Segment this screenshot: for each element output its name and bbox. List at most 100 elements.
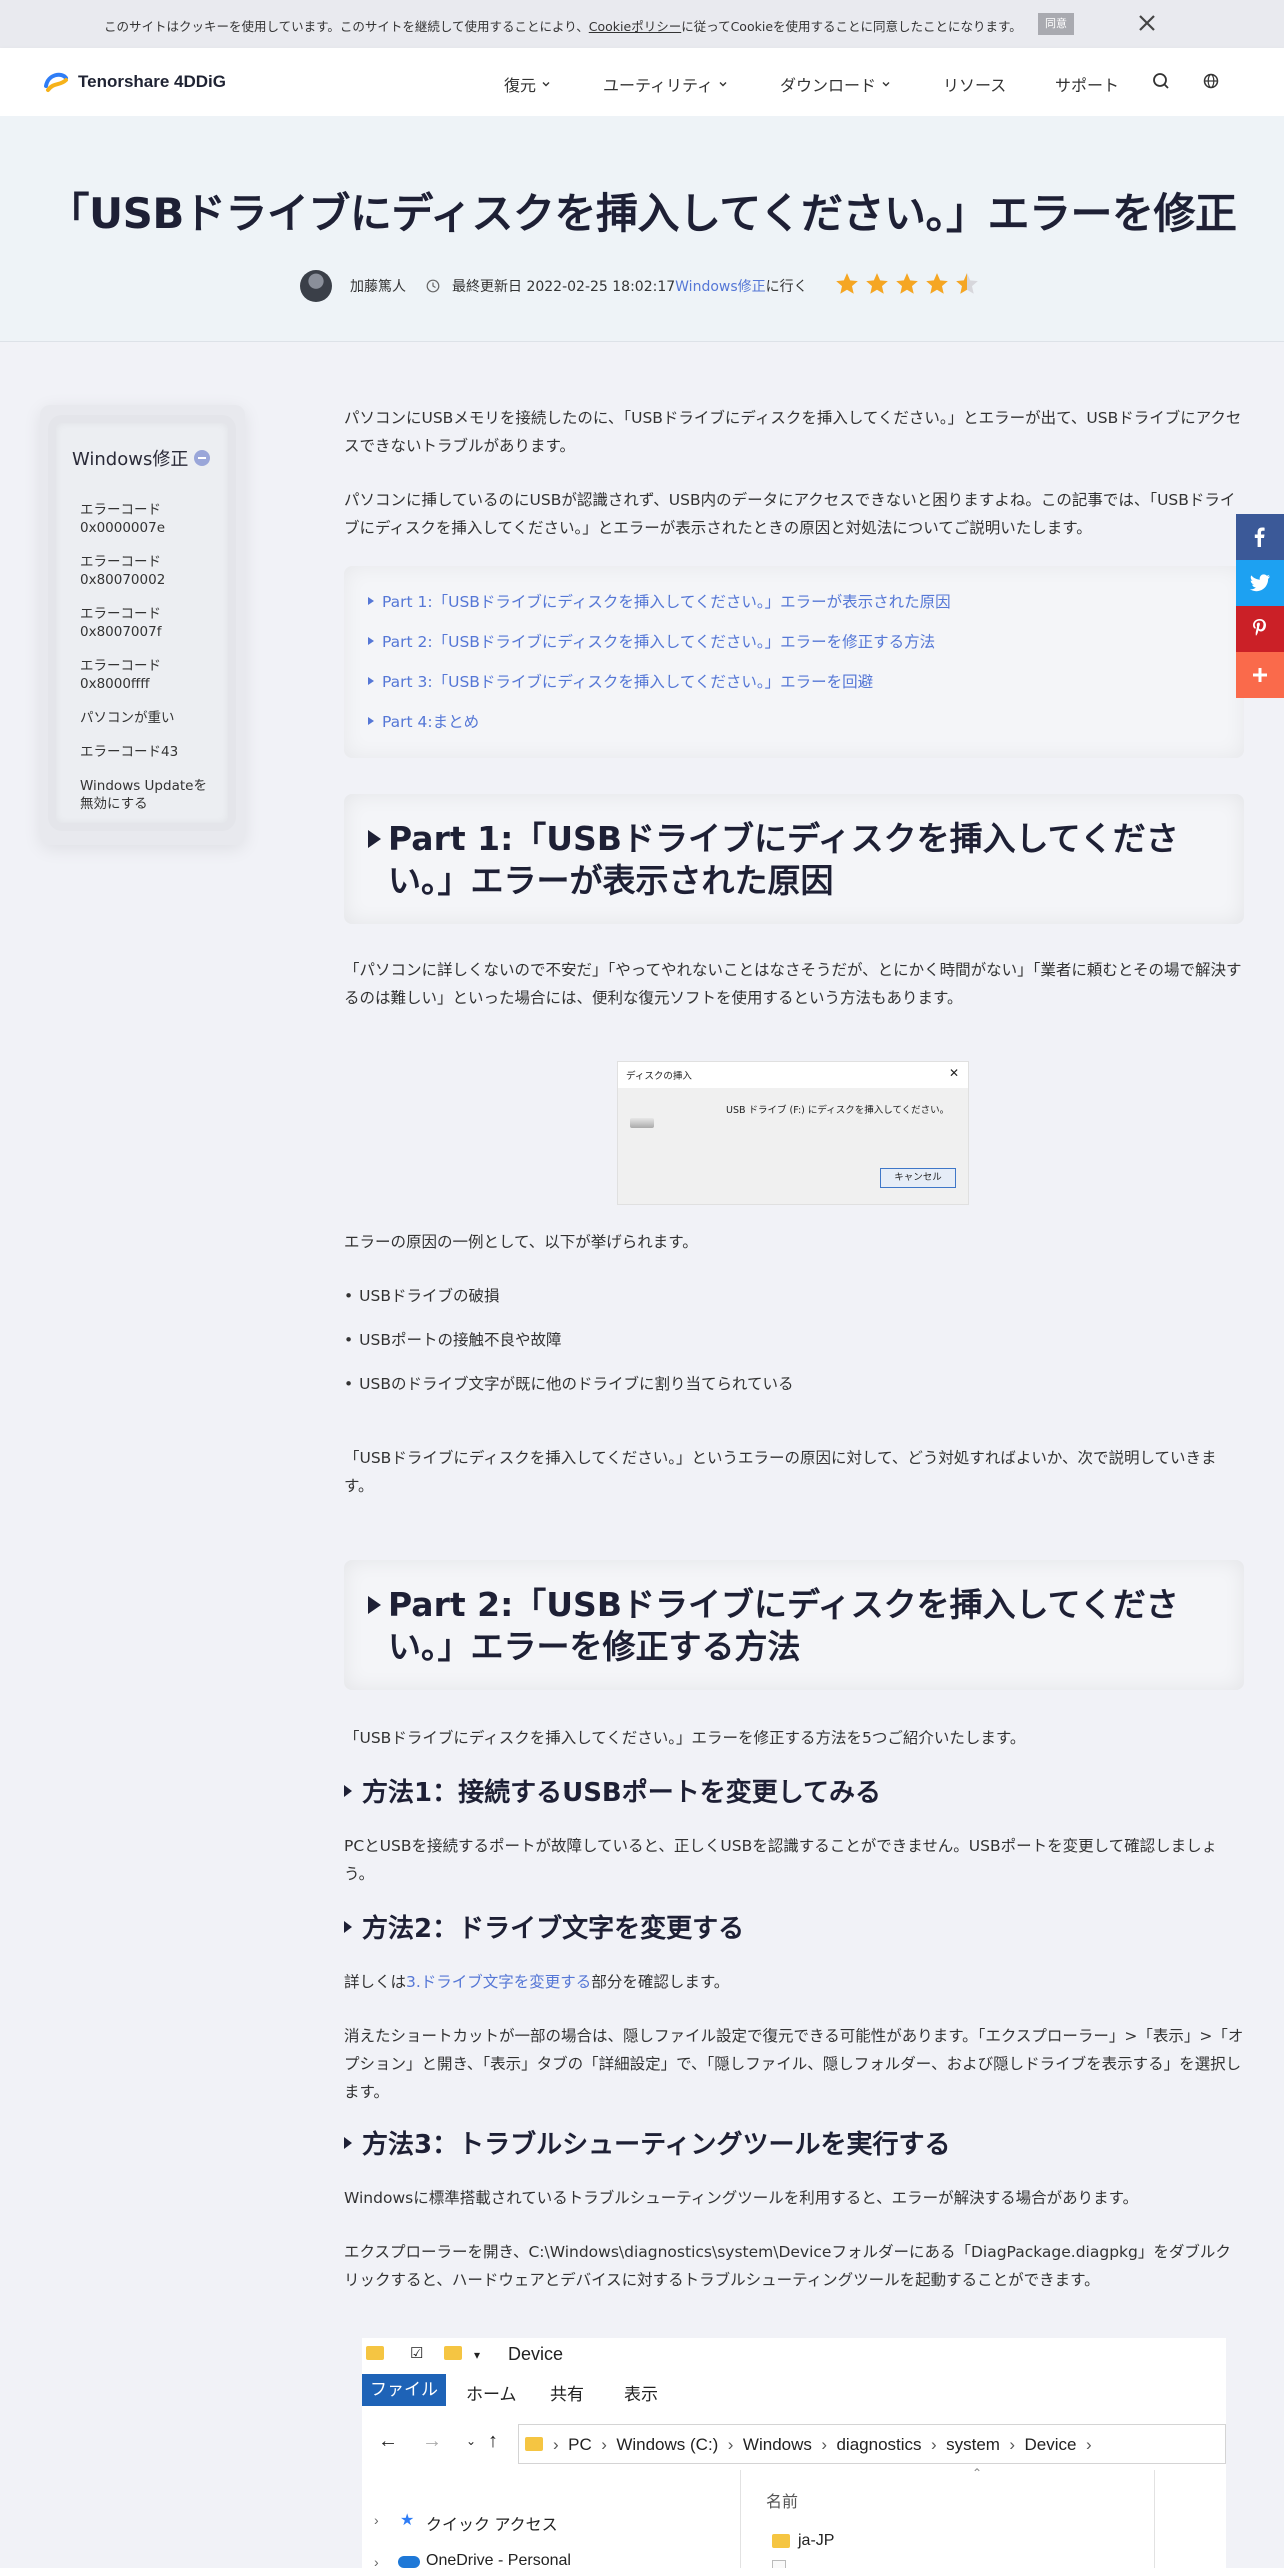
toc-label: Part 2:「USBドライブにディスクを挿入してください。」エラーを修正する方…: [382, 633, 936, 651]
nav-onedrive: OneDrive - Personal: [426, 2552, 571, 2568]
category-link[interactable]: Windows修正: [675, 276, 766, 296]
nav-label: ダウンロード: [780, 76, 877, 95]
nav-resources[interactable]: リソース: [943, 72, 1006, 96]
twitter-share-button[interactable]: [1236, 560, 1284, 606]
pane-divider: [740, 2470, 741, 2568]
usb-drive-icon: [630, 1118, 654, 1128]
sidebar-item[interactable]: エラーコード 0x8000ffff: [80, 657, 220, 693]
breadcrumb-item: Windows (C:): [616, 2435, 719, 2454]
twitter-icon: [1249, 574, 1270, 592]
nav-download[interactable]: ダウンロード: [780, 72, 890, 96]
cookie-policy-link[interactable]: Cookieポリシー: [589, 19, 681, 34]
method2-heading-text: 方法2：ドライブ文字を変更する: [362, 1914, 745, 1944]
facebook-share-button[interactable]: [1236, 514, 1284, 560]
page-title: 「USBドライブにディスクを挿入してください。」エラーを修正: [47, 189, 1237, 238]
method3-heading: 方法3：トラブルシューティングツールを実行する: [344, 2124, 951, 2161]
method2-text-before: 詳しくは: [344, 1973, 407, 1991]
sidebar-item[interactable]: エラーコード 0x0000007e: [80, 501, 220, 537]
sidebar-item[interactable]: エラーコード 0x8007007f: [80, 605, 220, 641]
breadcrumb: › PC › Windows (C:) › Windows › diagnost…: [553, 2435, 1092, 2455]
column-divider: [1154, 2470, 1155, 2568]
breadcrumb-separator: ›: [1085, 2435, 1092, 2454]
globe-icon[interactable]: [1201, 71, 1221, 91]
ribbon-tab-share: 共有: [550, 2385, 584, 2404]
breadcrumb-item: system: [946, 2435, 1000, 2454]
forward-arrow-icon: →: [422, 2430, 442, 2452]
nav-support[interactable]: サポート: [1055, 72, 1119, 96]
drive-letter-link[interactable]: 3.ドライブ文字を変更する: [406, 1973, 591, 1991]
file-icon: [772, 2560, 786, 2568]
toc-item[interactable]: Part 1:「USBドライブにディスクを挿入してください。」エラーが表示された…: [368, 590, 951, 612]
method3-paragraph-1: Windowsに標準搭載されているトラブルシューティングツールを利用すると、エラ…: [344, 2189, 1139, 2207]
star-icon: [926, 273, 948, 294]
up-arrow-icon: ↑: [488, 2430, 498, 2452]
search-icon[interactable]: [1151, 71, 1171, 91]
nav-label: サポート: [1055, 76, 1120, 95]
cloud-icon: [398, 2556, 420, 2568]
breadcrumb-item: Device: [1024, 2435, 1077, 2454]
toc-item[interactable]: Part 3:「USBドライブにディスクを挿入してください。」エラーを回避: [368, 670, 873, 692]
nav-quick-access: クイック アクセス: [426, 2517, 558, 2534]
pinterest-share-button[interactable]: [1236, 606, 1284, 652]
caret-right-icon: [368, 1596, 381, 1614]
sidebar-panel: Windows修正 エラーコード 0x0000007e エラーコード 0x800…: [56, 423, 228, 823]
file-row: ja-JP: [798, 2532, 835, 2549]
logo-icon: [44, 72, 68, 92]
sidebar-title[interactable]: Windows修正: [72, 445, 211, 471]
half-star-icon: [956, 273, 978, 294]
method1-paragraph: PCとUSBを接続するポートが故障していると、正しくUSBを認識することができま…: [344, 1837, 1218, 1883]
ribbon-tab-view: 表示: [624, 2385, 658, 2404]
folder-icon: [366, 2346, 384, 2360]
site-header: Tenorshare 4DDiG 復元 ユーティリティ ダウンロード リソース …: [0, 48, 1284, 116]
cookie-text-before: このサイトはクッキーを使用しています。このサイトを継続して使用することにより、: [104, 19, 589, 34]
sidebar-item[interactable]: エラーコード43: [80, 743, 220, 761]
ribbon-tab-home: ホーム: [466, 2385, 517, 2404]
facebook-icon: [1254, 527, 1265, 547]
part1-paragraph: 「パソコンに詳しくないので不安だ」「やってやれないことはなさそうだが、とにかく時…: [344, 961, 1242, 1007]
author-name: 加藤篤人: [350, 279, 406, 295]
toc-label: Part 4:まとめ: [382, 713, 480, 731]
method1-heading-text: 方法1：接続するUSBポートを変更してみる: [362, 1778, 881, 1808]
toc-item[interactable]: Part 2:「USBドライブにディスクを挿入してください。」エラーを修正する方…: [368, 630, 935, 652]
nav-utility[interactable]: ユーティリティ: [603, 72, 727, 96]
table-of-contents: Part 1:「USBドライブにディスクを挿入してください。」エラーが表示された…: [344, 566, 1244, 758]
sidebar-item[interactable]: パソコンが重い: [80, 709, 220, 727]
explorer-screenshot: ☑ ▾ Device ファイル ホーム 共有 表示 ← → ⌄ ↑ › PC ›…: [362, 2338, 1226, 2568]
cookie-banner: このサイトはクッキーを使用しています。このサイトを継続して使用することにより、C…: [0, 0, 1284, 48]
part2-intro: 「USBドライブにディスクを挿入してください。」エラーを修正する方法を5つご紹介…: [344, 1729, 1026, 1747]
chevron-right-icon: ›: [374, 2554, 379, 2568]
causes-outro: 「USBドライブにディスクを挿入してください。」というエラーの原因に対して、どう…: [344, 1449, 1217, 1495]
chevron-right-icon: ›: [374, 2512, 379, 2528]
toc-label: Part 3:「USBドライブにディスクを挿入してください。」エラーを回避: [382, 673, 874, 691]
caret-right-icon: [368, 717, 374, 725]
nav-recovery[interactable]: 復元: [504, 72, 550, 96]
part1-heading: Part 1:「USBドライブにディスクを挿入してください。」エラーが表示された…: [388, 819, 1179, 900]
brand-logo[interactable]: Tenorshare 4DDiG: [42, 68, 226, 96]
cause-item: USBポートの接触不良や故障: [344, 1328, 561, 1350]
ribbon-tab-file: ファイル: [362, 2374, 446, 2406]
cookie-agree-button[interactable]: 同意: [1038, 13, 1074, 35]
sidebar-item[interactable]: エラーコード 0x80070002: [80, 553, 220, 589]
chevron-down-icon: [882, 82, 890, 87]
toc-item[interactable]: Part 4:まとめ: [368, 710, 479, 732]
collapse-icon[interactable]: [194, 450, 211, 466]
part2-heading: Part 2:「USBドライブにディスクを挿入してください。」エラーを修正する方…: [388, 1585, 1179, 1666]
breadcrumb-separator: ›: [930, 2435, 937, 2454]
close-icon[interactable]: [1134, 10, 1160, 36]
checkbox-icon: ☑: [410, 2345, 424, 2362]
quick-access-dropdown-icon: ▾: [474, 2348, 481, 2362]
sidebar-title-label: Windows修正: [72, 449, 189, 470]
clock-icon: [426, 279, 440, 293]
caret-right-icon: [368, 637, 374, 645]
method1-heading: 方法1：接続するUSBポートを変更してみる: [344, 1772, 881, 1809]
cookie-message: このサイトはクッキーを使用しています。このサイトを継続して使用することにより、C…: [104, 16, 1022, 35]
breadcrumb-item: PC: [568, 2435, 592, 2454]
sidebar-list: エラーコード 0x0000007e エラーコード 0x80070002 エラーコ…: [80, 501, 220, 829]
sidebar-item[interactable]: Windows Updateを無効にする: [80, 777, 220, 813]
cause-item: USBのドライブ文字が既に他のドライブに割り当てられている: [344, 1372, 793, 1394]
part1-section-header: Part 1:「USBドライブにディスクを挿入してください。」エラーが表示された…: [344, 794, 1244, 924]
article-meta: 加藤篤人 最終更新日 2022-02-25 18:02:17 Windows修正…: [300, 268, 808, 304]
nav-label: 復元: [504, 76, 537, 95]
breadcrumb-separator: ›: [601, 2435, 607, 2454]
more-share-button[interactable]: [1236, 652, 1284, 698]
